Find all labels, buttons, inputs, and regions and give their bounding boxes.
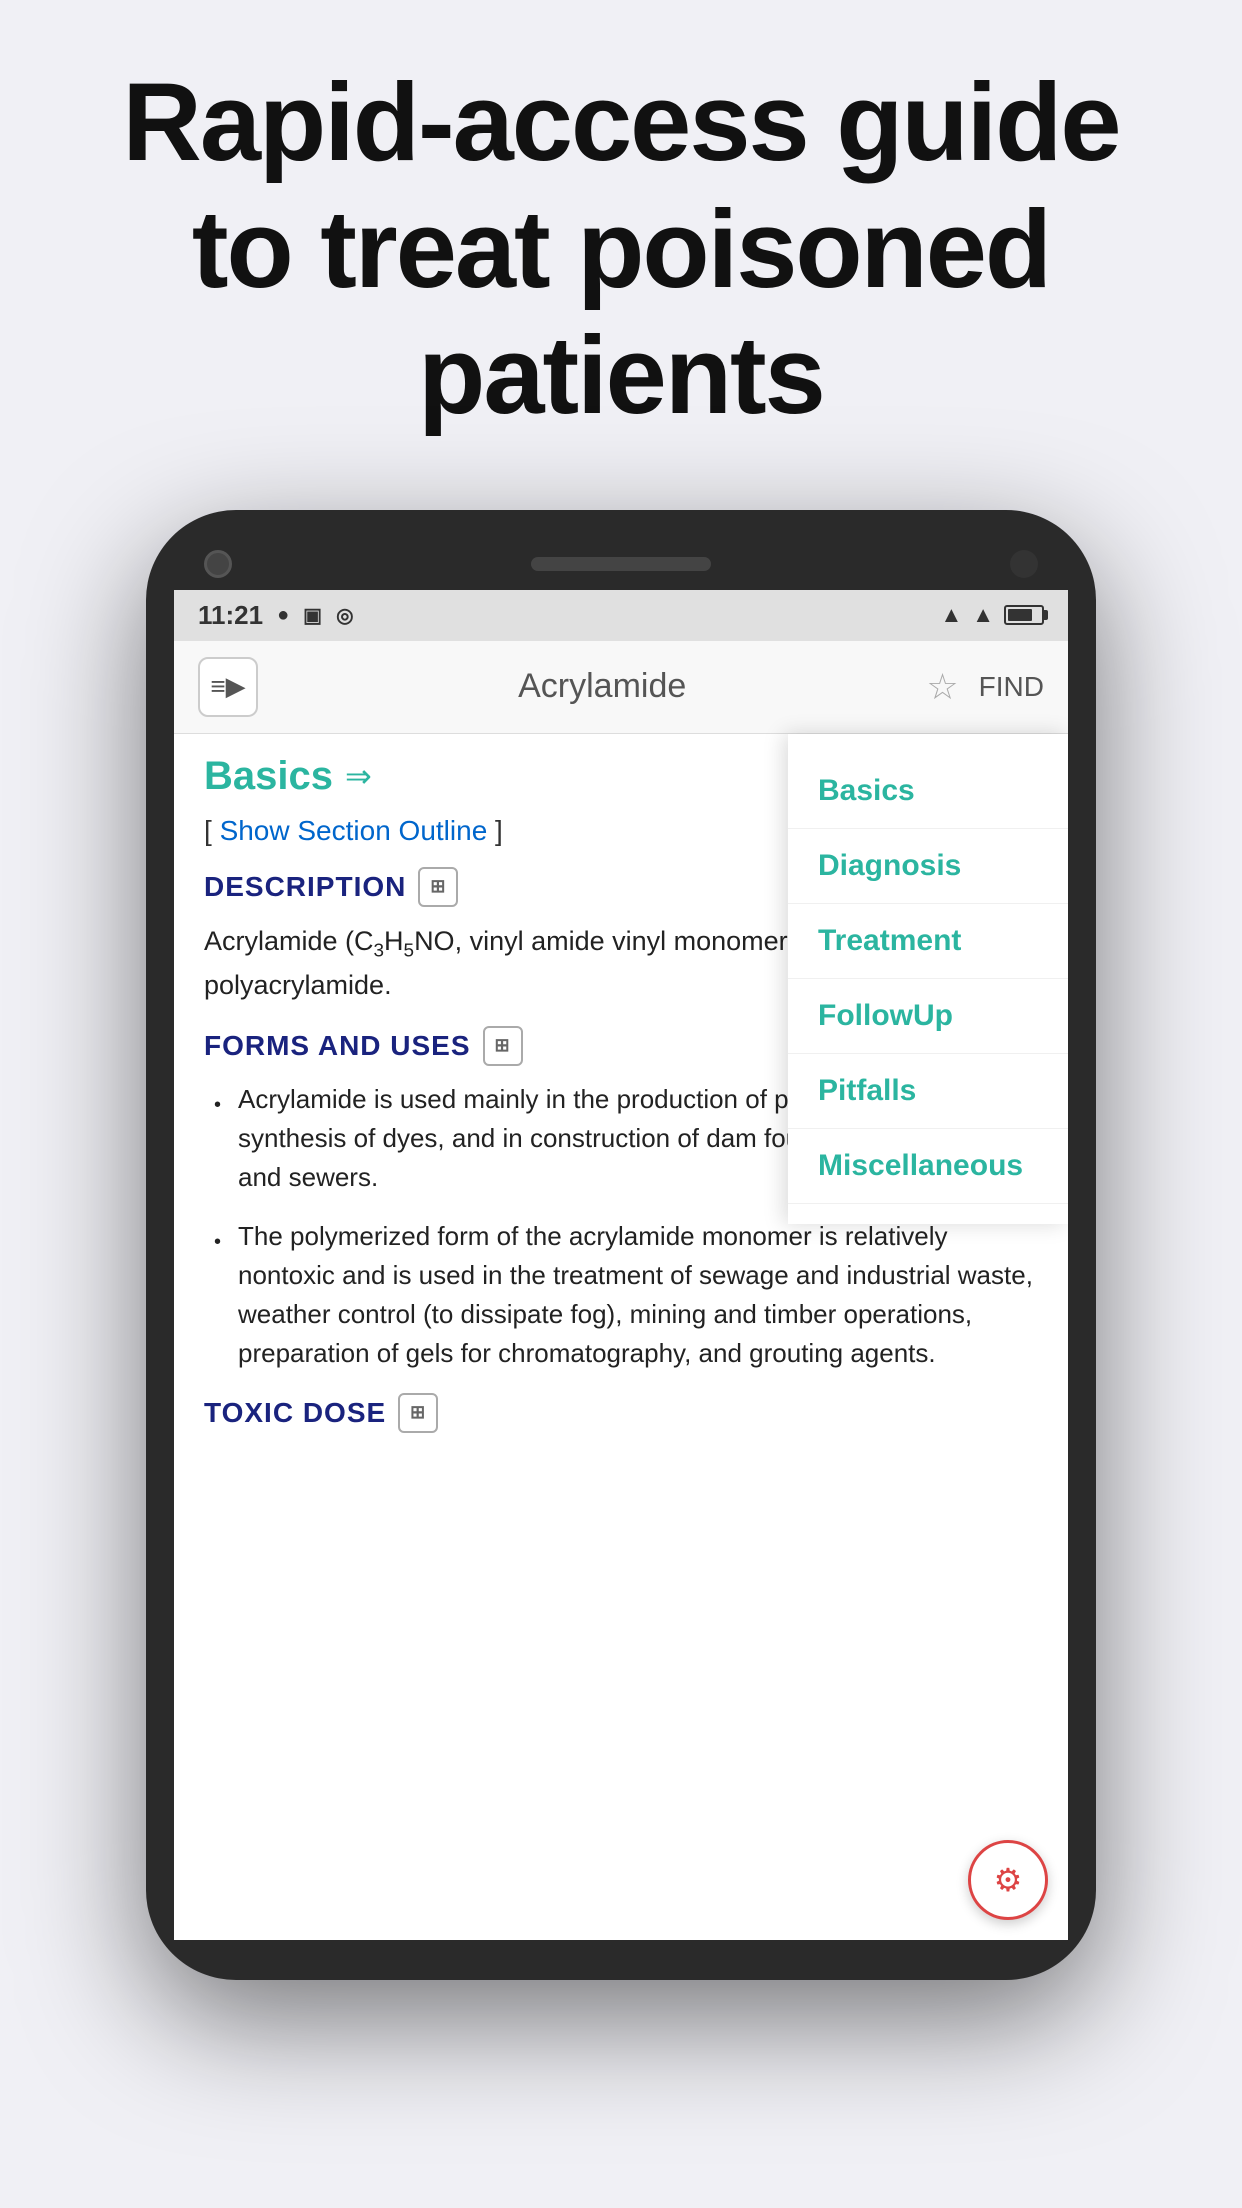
menu-item-diagnosis[interactable]: Diagnosis xyxy=(788,829,1068,904)
phone-front-button xyxy=(1010,550,1038,578)
front-camera xyxy=(204,550,232,578)
toxic-icon[interactable]: ⊞ xyxy=(398,1393,438,1433)
status-left: 11:21 ● ▣ ◎ xyxy=(198,600,354,631)
hero-section: Rapid-access guide to treat poisoned pat… xyxy=(0,0,1242,480)
status-time: 11:21 xyxy=(198,600,263,631)
menu-item-followup[interactable]: FollowUp xyxy=(788,979,1068,1054)
grid-icon: ⊞ xyxy=(430,876,446,897)
hero-title: Rapid-access guide to treat poisoned pat… xyxy=(60,60,1182,440)
status-icon-1: ● xyxy=(277,604,289,627)
toxic-dose-heading: TOXIC DOSE ⊞ xyxy=(204,1393,1038,1433)
content-area: Basics ⇒ [ Show Section Outline ] DESCRI… xyxy=(174,734,1068,1453)
star-icon[interactable]: ☆ xyxy=(926,666,958,708)
app-logo: ≡▶ xyxy=(198,657,258,717)
status-icon-2: ▣ xyxy=(303,603,322,628)
find-button[interactable]: FIND xyxy=(979,671,1044,703)
phone-frame: 11:21 ● ▣ ◎ ▲ ▲ ≡▶ Acrylamide xyxy=(146,510,1096,1980)
phone-top-bar xyxy=(174,540,1068,590)
bullet-dot-2: • xyxy=(214,1227,226,1373)
battery-icon xyxy=(1004,605,1044,625)
wifi-icon: ▲ xyxy=(940,602,962,628)
bullet-text-2: The polymerized form of the acrylamide m… xyxy=(238,1217,1038,1373)
section-arrow-icon: ⇒ xyxy=(345,757,372,795)
logo-icon: ≡▶ xyxy=(210,671,245,702)
bracket-open: [ xyxy=(204,815,220,846)
forms-uses-icon[interactable]: ⊞ xyxy=(483,1026,523,1066)
toxic-dose-text: TOXIC DOSE xyxy=(204,1397,386,1429)
menu-item-pitfalls[interactable]: Pitfalls xyxy=(788,1054,1068,1129)
show-outline-link[interactable]: Show Section Outline xyxy=(220,815,488,846)
menu-item-miscellaneous[interactable]: Miscellaneous xyxy=(788,1129,1068,1204)
menu-item-treatment[interactable]: Treatment xyxy=(788,904,1068,979)
signal-icon: ▲ xyxy=(972,602,994,628)
description-icon[interactable]: ⊞ xyxy=(418,867,458,907)
description-heading-text: DESCRIPTION xyxy=(204,871,406,903)
status-bar: 11:21 ● ▣ ◎ ▲ ▲ xyxy=(174,590,1068,641)
phone-speaker xyxy=(531,557,711,571)
side-nav-menu: Basics Diagnosis Treatment FollowUp Pitf… xyxy=(788,734,1068,1224)
app-screen: 11:21 ● ▣ ◎ ▲ ▲ ≡▶ Acrylamide xyxy=(174,590,1068,1940)
section-title: Basics xyxy=(204,754,333,799)
status-icon-3: ◎ xyxy=(336,603,353,628)
app-header: ≡▶ Acrylamide ☆ FIND xyxy=(174,641,1068,734)
fab-button[interactable]: ⚙ xyxy=(968,1840,1048,1920)
forms-uses-text: FORMS AND USES xyxy=(204,1030,471,1062)
app-header-title: Acrylamide xyxy=(278,667,926,706)
list-item: • The polymerized form of the acrylamide… xyxy=(214,1217,1038,1373)
app-header-actions: ☆ FIND xyxy=(926,666,1044,708)
battery-fill xyxy=(1008,609,1032,621)
bracket-close: ] xyxy=(487,815,503,846)
menu-item-basics[interactable]: Basics xyxy=(788,754,1068,829)
grid3-icon: ⊞ xyxy=(410,1402,426,1423)
fab-icon: ⚙ xyxy=(994,1861,1023,1899)
bullet-dot-1: • xyxy=(214,1090,226,1197)
grid2-icon: ⊞ xyxy=(495,1035,511,1056)
status-right: ▲ ▲ xyxy=(940,602,1044,628)
phone-wrapper: 11:21 ● ▣ ◎ ▲ ▲ ≡▶ Acrylamide xyxy=(0,510,1242,1980)
